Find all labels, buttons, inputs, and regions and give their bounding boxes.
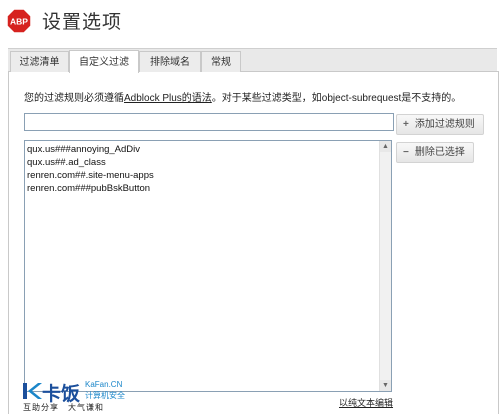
custom-filters-list[interactable]: qux.us###annoying_AdDiv qux.us##.ad_clas… xyxy=(24,140,392,392)
tab-excluded-domains[interactable]: 排除域名 xyxy=(139,51,201,72)
kafan-logo-icon xyxy=(23,383,42,399)
watermark-domain: KaFan.CN xyxy=(85,380,123,389)
filter-rule-item[interactable]: renren.com###pubBskButton xyxy=(27,182,154,195)
filter-rule-item[interactable]: qux.us###annoying_AdDiv xyxy=(27,143,154,156)
abp-logo-icon: ABP xyxy=(6,8,32,34)
syntax-link[interactable]: Adblock Plus的语法 xyxy=(124,93,212,104)
add-filter-button[interactable]: + 添加过滤规则 xyxy=(396,114,484,135)
options-page: ABP 设置选项 过滤清单 自定义过滤 排除域名 常规 您的过滤规则必须遵循Ad… xyxy=(0,0,499,414)
rules-list: qux.us###annoying_AdDiv qux.us##.ad_clas… xyxy=(27,143,154,195)
remove-selected-label: 删除已选择 xyxy=(414,147,465,158)
syntax-help-text: 您的过滤规则必须遵循Adblock Plus的语法。对于某些过滤类型，如obje… xyxy=(24,89,461,104)
new-filter-input[interactable] xyxy=(24,113,394,131)
page-title: 设置选项 xyxy=(42,12,123,33)
edit-as-plain-text-link[interactable]: 以纯文本编辑 xyxy=(339,396,393,409)
abp-logo-text: ABP xyxy=(10,17,28,27)
tab-filter-lists[interactable]: 过滤清单 xyxy=(10,51,69,72)
help-prefix: 您的过滤规则必须遵循 xyxy=(24,93,124,104)
filter-rule-item[interactable]: renren.com##.site-menu-apps xyxy=(27,169,154,182)
watermark-slogan: 互助分享 大气谦和 xyxy=(23,403,104,412)
scroll-down-icon[interactable]: ▼ xyxy=(380,380,391,391)
watermark-tag: 计算机安全 xyxy=(85,391,125,400)
add-filter-label: 添加过滤规则 xyxy=(414,119,475,130)
tab-custom-filters[interactable]: 自定义过滤 xyxy=(69,50,139,73)
plus-icon: + xyxy=(403,119,409,130)
help-suffix: 。对于某些过滤类型，如object-subrequest是不支持的。 xyxy=(211,93,462,104)
scroll-up-icon[interactable]: ▲ xyxy=(380,141,391,152)
tab-general[interactable]: 常规 xyxy=(201,51,241,72)
minus-icon: − xyxy=(403,147,409,158)
vertical-scrollbar[interactable]: ▲ ▼ xyxy=(379,141,391,391)
filter-rule-item[interactable]: qux.us##.ad_class xyxy=(27,156,154,169)
remove-selected-button[interactable]: − 删除已选择 xyxy=(396,142,474,163)
